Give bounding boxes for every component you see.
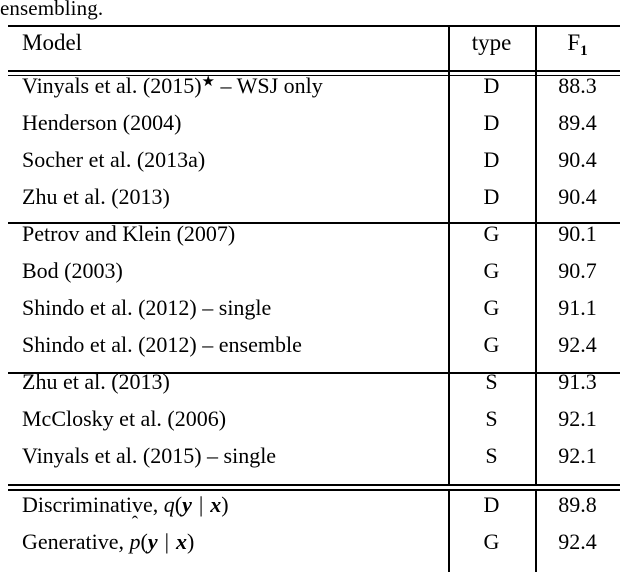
model-label: Generative, (22, 529, 124, 554)
caption-fragment: ensembling. (0, 0, 104, 20)
cell-f1: 90.4 (558, 184, 597, 209)
cell-type: D (483, 73, 500, 98)
table-row[interactable]: Petrov and Klein (2007) G 90.1 (8, 215, 620, 252)
model-text: Vinyals et al. (2015) (22, 73, 202, 98)
cell-f1: 92.1 (558, 406, 597, 431)
math-arg-x: x (210, 492, 222, 517)
spacer-cell-f1 (535, 474, 620, 486)
table-row[interactable]: Zhu et al. (2013) S 91.3 (8, 363, 620, 400)
table-row[interactable]: Bod (2003) G 90.7 (8, 252, 620, 289)
cell-f1: 90.4 (558, 147, 597, 172)
cell-model: Bod (2003) (22, 258, 123, 283)
math-function: q (163, 492, 175, 517)
cell-type: S (485, 443, 498, 468)
spacer-cell-type (448, 474, 535, 486)
spacer-cell-model (8, 474, 448, 486)
table-row[interactable]: Generative, ˆ p(y | x) G 92.4 (8, 514, 620, 560)
cell-model: Discriminative, q(y | x) (8, 486, 448, 523)
star-icon: ★ (201, 74, 215, 90)
cell-type: D (483, 110, 500, 135)
cell-model: Shindo et al. (2012) – single (22, 295, 272, 320)
cell-type: D (483, 492, 500, 517)
table-header: Model type F1 (8, 24, 620, 61)
cell-f1: 92.4 (558, 529, 597, 554)
cell-type: S (485, 369, 498, 394)
table-row[interactable]: Shindo et al. (2012) – single G 91.1 (8, 289, 620, 326)
cell-type: D (483, 184, 500, 209)
cell-type: D (483, 147, 500, 172)
cell-type: G (483, 258, 500, 283)
math-arg-x: x (176, 529, 187, 554)
cell-model: Shindo et al. (2012) – ensemble (22, 332, 302, 357)
column-header-f1-subscript: 1 (580, 43, 588, 59)
cell-f1: 88.3 (558, 73, 597, 98)
header-row: Model type F1 (8, 24, 620, 61)
cell-model: Socher et al. (2013a) (22, 147, 206, 172)
cell-model: Henderson (2004) (22, 110, 182, 135)
math-arg-y: y (147, 529, 158, 554)
table-row[interactable]: Vinyals et al. (2015) – single S 92.1 (8, 437, 620, 474)
cell-model: Generative, ˆ p(y | x) (8, 514, 448, 560)
table-row[interactable]: Shindo et al. (2012) – ensemble G 92.4 (8, 326, 620, 363)
hat-accent-icon: ˆ (131, 513, 139, 534)
column-header-model: Model (22, 30, 83, 55)
cell-model: Petrov and Klein (2007) (22, 221, 236, 246)
cell-type: G (483, 295, 500, 320)
cell-f1: 92.4 (558, 332, 597, 357)
cell-model: Vinyals et al. (2015) – single (22, 443, 277, 468)
math-conditional-bar: | (198, 492, 204, 517)
cell-model: Vinyals et al. (2015)★ – WSJ only (8, 67, 448, 104)
table-row[interactable]: Socher et al. (2013a) D 90.4 (8, 141, 620, 178)
model-text-suffix: – WSJ only (214, 73, 323, 98)
math-paren-close: ) (187, 529, 195, 554)
column-header-f1: F1 (535, 24, 620, 61)
results-table: Model type F1 Vinyals et al. (2015)★ – W… (8, 24, 620, 560)
cell-f1: 90.7 (558, 258, 597, 283)
cell-f1: 91.3 (558, 369, 597, 394)
cell-type: G (483, 332, 500, 357)
table-row[interactable]: McClosky et al. (2006) S 92.1 (8, 400, 620, 437)
column-header-f1-base: F (567, 30, 581, 55)
cell-f1: 89.8 (558, 492, 597, 517)
cell-type: G (483, 529, 500, 554)
math-arg-y: y (182, 492, 192, 517)
cell-model: McClosky et al. (2006) (22, 406, 227, 431)
cell-type: G (483, 221, 500, 246)
cell-f1: 91.1 (558, 295, 597, 320)
table-row[interactable]: Discriminative, q(y | x) D 89.8 (8, 486, 620, 523)
table-body: Vinyals et al. (2015)★ – WSJ only D 88.3… (8, 61, 620, 560)
cell-model: Zhu et al. (2013) (22, 369, 170, 394)
math-paren-open: ( (174, 492, 183, 517)
math-function-hatted: ˆp (130, 514, 141, 560)
math-paren-open: ( (140, 529, 148, 554)
table-row[interactable]: Zhu et al. (2013) D 90.4 (8, 178, 620, 215)
math-conditional-bar: | (164, 529, 169, 554)
cell-type: S (485, 406, 498, 431)
table-row[interactable]: Henderson (2004) D 89.4 (8, 104, 620, 141)
table-row[interactable]: Vinyals et al. (2015)★ – WSJ only D 88.3 (8, 67, 620, 104)
column-header-type: type (471, 30, 512, 55)
math-paren-close: ) (221, 492, 229, 517)
cell-f1: 89.4 (558, 110, 597, 135)
final-rule-spacer (8, 474, 620, 486)
cell-f1: 92.1 (558, 443, 597, 468)
results-table-wrapper: Model type F1 Vinyals et al. (2015)★ – W… (8, 24, 620, 560)
cell-model: Zhu et al. (2013) (22, 184, 170, 209)
page-root: ensembling. Model type F1 Vinyals et al.… (0, 0, 624, 572)
cell-f1: 90.1 (558, 221, 597, 246)
